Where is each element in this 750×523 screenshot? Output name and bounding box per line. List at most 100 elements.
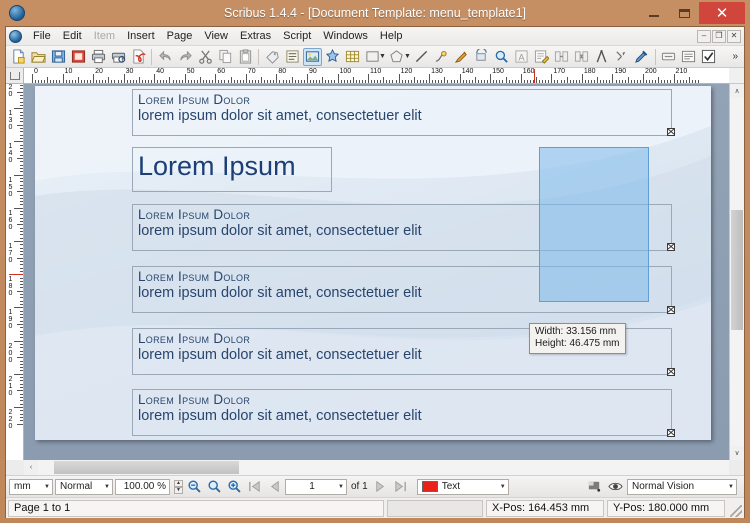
pdf-check-box-button[interactable] bbox=[699, 48, 718, 66]
page-number-select[interactable]: 1 ▼ bbox=[285, 478, 347, 495]
edit-contents-button[interactable]: A bbox=[512, 48, 531, 66]
drag-selection-rectangle[interactable] bbox=[539, 147, 649, 302]
frame-resize-handle[interactable] bbox=[667, 306, 675, 314]
horizontal-ruler[interactable]: 0 10 20 30 40 50 60 70 80 90 100 110 120 130 140 150 160… bbox=[24, 68, 729, 84]
zoom-level-input[interactable]: 100.00 % bbox=[115, 478, 170, 495]
preview-mode-button[interactable] bbox=[585, 478, 603, 496]
paste-button[interactable] bbox=[236, 48, 255, 66]
ruler-tick bbox=[19, 397, 23, 399]
unit-select[interactable]: mm ▼ bbox=[9, 478, 53, 495]
insert-shape-button[interactable] bbox=[363, 48, 382, 66]
last-page-button[interactable] bbox=[392, 478, 410, 496]
document-canvas[interactable]: Lorem Ipsum Dolor lorem ipsum dolor sit … bbox=[24, 84, 729, 460]
menu-item-insert[interactable]: Insert bbox=[121, 28, 161, 44]
print-button[interactable] bbox=[89, 48, 108, 66]
menu-item-view[interactable]: View bbox=[198, 28, 234, 44]
window-maximize-button[interactable] bbox=[669, 2, 699, 24]
close-document-button[interactable] bbox=[69, 48, 88, 66]
outline-palette-button[interactable] bbox=[283, 48, 302, 66]
view-mode-select[interactable]: Normal ▼ bbox=[55, 478, 113, 495]
menu-item-help[interactable]: Help bbox=[374, 28, 409, 44]
horizontal-scrollbar[interactable]: ‹ bbox=[24, 460, 729, 475]
zoom-100-button[interactable] bbox=[205, 478, 223, 496]
document-page[interactable]: Lorem Ipsum Dolor lorem ipsum dolor sit … bbox=[35, 86, 711, 440]
menu-item-script[interactable]: Script bbox=[277, 28, 317, 44]
ruler-tick bbox=[462, 79, 464, 83]
zoom-stepper[interactable]: ▲ ▼ bbox=[174, 479, 183, 494]
scroll-down-button[interactable]: ∨ bbox=[730, 446, 744, 460]
color-vision-button[interactable] bbox=[606, 478, 624, 496]
freehand-line-button[interactable] bbox=[452, 48, 471, 66]
layer-select[interactable]: Text ▼ bbox=[416, 478, 509, 495]
document-menu-icon[interactable] bbox=[9, 29, 22, 43]
horizontal-scroll-thumb[interactable] bbox=[54, 461, 239, 474]
ruler-origin-button[interactable] bbox=[6, 68, 24, 84]
menu-item-page[interactable]: Page bbox=[161, 28, 199, 44]
insert-line-button[interactable] bbox=[412, 48, 431, 66]
copy-item-properties-button[interactable] bbox=[612, 48, 631, 66]
menu-item-file[interactable]: File bbox=[27, 28, 57, 44]
frame-line-body: lorem ipsum dolor sit amet, consectetuer… bbox=[138, 408, 422, 424]
scroll-up-button[interactable]: ∧ bbox=[730, 84, 744, 98]
previous-page-button[interactable] bbox=[265, 478, 283, 496]
mdi-restore-button[interactable]: ❐ bbox=[712, 29, 726, 43]
mdi-close-button[interactable]: ✕ bbox=[727, 29, 741, 43]
copy-button[interactable] bbox=[216, 48, 235, 66]
ruler-tick bbox=[639, 79, 641, 83]
print-preview-button[interactable] bbox=[109, 48, 128, 66]
vertical-scrollbar[interactable]: ∧ ∨ bbox=[729, 84, 744, 460]
text-frame[interactable]: Lorem Ipsum Dolor lorem ipsum dolor sit … bbox=[132, 89, 672, 136]
rotate-item-button[interactable] bbox=[472, 48, 491, 66]
menu-item-windows[interactable]: Windows bbox=[317, 28, 374, 44]
pdf-list-box-button[interactable] bbox=[679, 48, 698, 66]
copy-icon bbox=[218, 49, 231, 64]
save-document-button[interactable] bbox=[49, 48, 68, 66]
insert-polygon-button[interactable] bbox=[387, 48, 406, 66]
frame-line-heading: Lorem Ipsum Dolor bbox=[138, 92, 251, 107]
image-frame-button[interactable] bbox=[302, 47, 322, 66]
horizontal-scroll-track[interactable] bbox=[38, 460, 729, 475]
toolbar-overflow-button[interactable]: » bbox=[732, 51, 742, 62]
open-document-button[interactable] bbox=[29, 48, 48, 66]
resize-grip[interactable] bbox=[730, 505, 742, 517]
zoom-tool-button[interactable] bbox=[492, 48, 511, 66]
insert-bezier-button[interactable] bbox=[432, 48, 451, 66]
zoom-stepper-up[interactable]: ▲ bbox=[174, 479, 183, 487]
pdf-text-field-button[interactable] bbox=[659, 48, 678, 66]
redo-button[interactable] bbox=[176, 48, 195, 66]
frame-resize-handle[interactable] bbox=[667, 429, 675, 437]
menu-item-extras[interactable]: Extras bbox=[234, 28, 277, 44]
heading-text-frame[interactable]: Lorem Ipsum bbox=[132, 147, 332, 192]
text-frame[interactable]: Lorem Ipsum Dolor lorem ipsum dolor sit … bbox=[132, 389, 672, 436]
measurements-button[interactable] bbox=[592, 48, 611, 66]
eye-dropper-button[interactable] bbox=[632, 48, 651, 66]
link-text-frames-button[interactable] bbox=[552, 48, 571, 66]
properties-palette-button[interactable] bbox=[263, 48, 282, 66]
window-close-button[interactable]: ✕ bbox=[699, 2, 745, 24]
scroll-left-button[interactable]: ‹ bbox=[24, 460, 38, 475]
insert-table-button[interactable] bbox=[343, 48, 362, 66]
next-page-button[interactable] bbox=[372, 478, 390, 496]
mdi-minimize-button[interactable]: – bbox=[697, 29, 711, 43]
first-page-button[interactable] bbox=[245, 478, 263, 496]
frame-resize-handle[interactable] bbox=[667, 243, 675, 251]
vision-select[interactable]: Normal Vision ▼ bbox=[627, 478, 737, 495]
vertical-scroll-track[interactable] bbox=[730, 98, 744, 446]
zoom-out-button[interactable] bbox=[185, 478, 203, 496]
menu-item-edit[interactable]: Edit bbox=[57, 28, 88, 44]
export-pdf-button[interactable] bbox=[129, 48, 148, 66]
render-frame-button[interactable] bbox=[323, 48, 342, 66]
edit-text-story-button[interactable] bbox=[532, 48, 551, 66]
vertical-ruler[interactable]: 120130140150160170180190200210220 bbox=[6, 84, 24, 460]
frame-resize-handle[interactable] bbox=[667, 128, 675, 136]
ruler-tick bbox=[203, 79, 205, 83]
frame-resize-handle[interactable] bbox=[667, 368, 675, 376]
zoom-in-button[interactable] bbox=[225, 478, 243, 496]
zoom-stepper-down[interactable]: ▼ bbox=[174, 486, 183, 494]
window-minimize-button[interactable] bbox=[639, 2, 669, 24]
undo-button[interactable] bbox=[156, 48, 175, 66]
cut-button[interactable] bbox=[196, 48, 215, 66]
unlink-text-frames-button[interactable] bbox=[572, 48, 591, 66]
vertical-scroll-thumb[interactable] bbox=[731, 210, 743, 330]
new-document-button[interactable] bbox=[9, 48, 28, 66]
